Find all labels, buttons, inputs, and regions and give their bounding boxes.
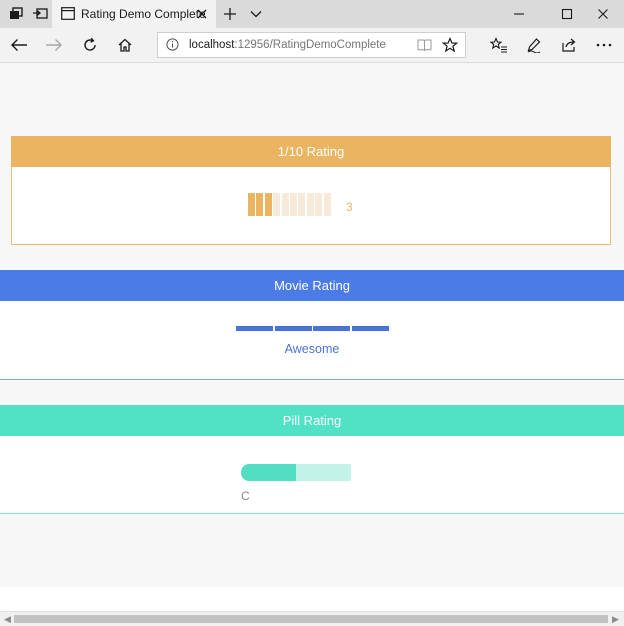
pill-segment[interactable] — [241, 464, 296, 481]
close-tab-icon[interactable] — [195, 7, 209, 21]
ten-rating-header: 1/10 Rating — [11, 136, 611, 167]
rating-slot[interactable] — [289, 193, 297, 216]
rating-slot[interactable] — [306, 193, 314, 216]
back-arrow-icon[interactable] — [9, 35, 29, 55]
tab-preview-chevron-down-icon[interactable] — [246, 4, 266, 24]
movie-rating-bar[interactable] — [351, 326, 389, 331]
favorite-star-icon[interactable] — [441, 36, 459, 58]
navigation-bar: localhost:12956/RatingDemoComplete — [0, 28, 624, 63]
url-text: localhost:12956/RatingDemoComplete — [189, 39, 386, 51]
scrollbar-thumb[interactable] — [14, 615, 608, 623]
set-tabs-aside-icon[interactable] — [32, 6, 48, 22]
pill-segment[interactable] — [296, 464, 351, 481]
close-window-icon[interactable] — [580, 0, 624, 28]
scroll-right-arrow-icon[interactable]: ▶ — [612, 614, 619, 625]
tab-actions-icon[interactable] — [8, 6, 24, 22]
forward-arrow-icon[interactable] — [44, 35, 64, 55]
movie-rating-label: Awesome — [284, 342, 340, 356]
movie-rating-control[interactable] — [236, 326, 390, 331]
ten-rating-panel: 1/10 Rating 3 — [11, 136, 611, 245]
web-note-pen-icon[interactable] — [524, 35, 544, 55]
rating-slot[interactable] — [323, 193, 331, 216]
movie-rating-header: Movie Rating — [0, 270, 624, 301]
tab-title: Rating Demo Complete — [81, 7, 206, 21]
reading-view-icon[interactable] — [417, 38, 432, 57]
more-options-icon[interactable] — [594, 35, 614, 55]
pill-rating-label: C — [241, 489, 250, 503]
page-footer-space — [0, 587, 624, 611]
favorites-hub-icon[interactable] — [489, 35, 509, 55]
rating-slot[interactable] — [264, 193, 272, 216]
page-icon — [61, 7, 75, 25]
rating-slot[interactable] — [298, 193, 306, 216]
ten-rating-control[interactable] — [248, 193, 332, 216]
page-viewport: 1/10 Rating 3 Movie Rating Awesome Pill … — [0, 63, 624, 611]
horizontal-scrollbar[interactable]: ◀ ▶ — [0, 611, 624, 626]
rating-slot[interactable] — [248, 193, 255, 216]
scroll-left-arrow-icon[interactable]: ◀ — [4, 614, 11, 625]
ten-rating-value: 3 — [346, 200, 353, 214]
home-icon[interactable] — [115, 35, 135, 55]
url-path: :12956/RatingDemoComplete — [234, 39, 386, 51]
movie-rating-body — [0, 301, 624, 380]
share-icon[interactable] — [559, 35, 579, 55]
pill-rating-control[interactable] — [241, 464, 351, 481]
movie-rating-bar[interactable] — [236, 326, 273, 331]
refresh-icon[interactable] — [80, 35, 100, 55]
movie-rating-bar[interactable] — [274, 326, 312, 331]
new-tab-icon[interactable] — [220, 4, 240, 24]
address-bar[interactable]: localhost:12956/RatingDemoComplete — [157, 32, 466, 58]
browser-tab-active[interactable]: Rating Demo Complete — [52, 0, 216, 28]
rating-slot[interactable] — [273, 193, 281, 216]
movie-rating-bar[interactable] — [313, 326, 350, 331]
rating-slot[interactable] — [281, 193, 289, 216]
rating-slot[interactable] — [256, 193, 264, 216]
minimize-icon[interactable] — [496, 0, 542, 28]
tab-bar: Rating Demo Complete — [0, 0, 624, 29]
site-info-icon[interactable] — [166, 38, 179, 56]
rating-slot[interactable] — [315, 193, 323, 216]
url-host: localhost — [189, 39, 235, 51]
pill-rating-header: Pill Rating — [0, 405, 624, 436]
